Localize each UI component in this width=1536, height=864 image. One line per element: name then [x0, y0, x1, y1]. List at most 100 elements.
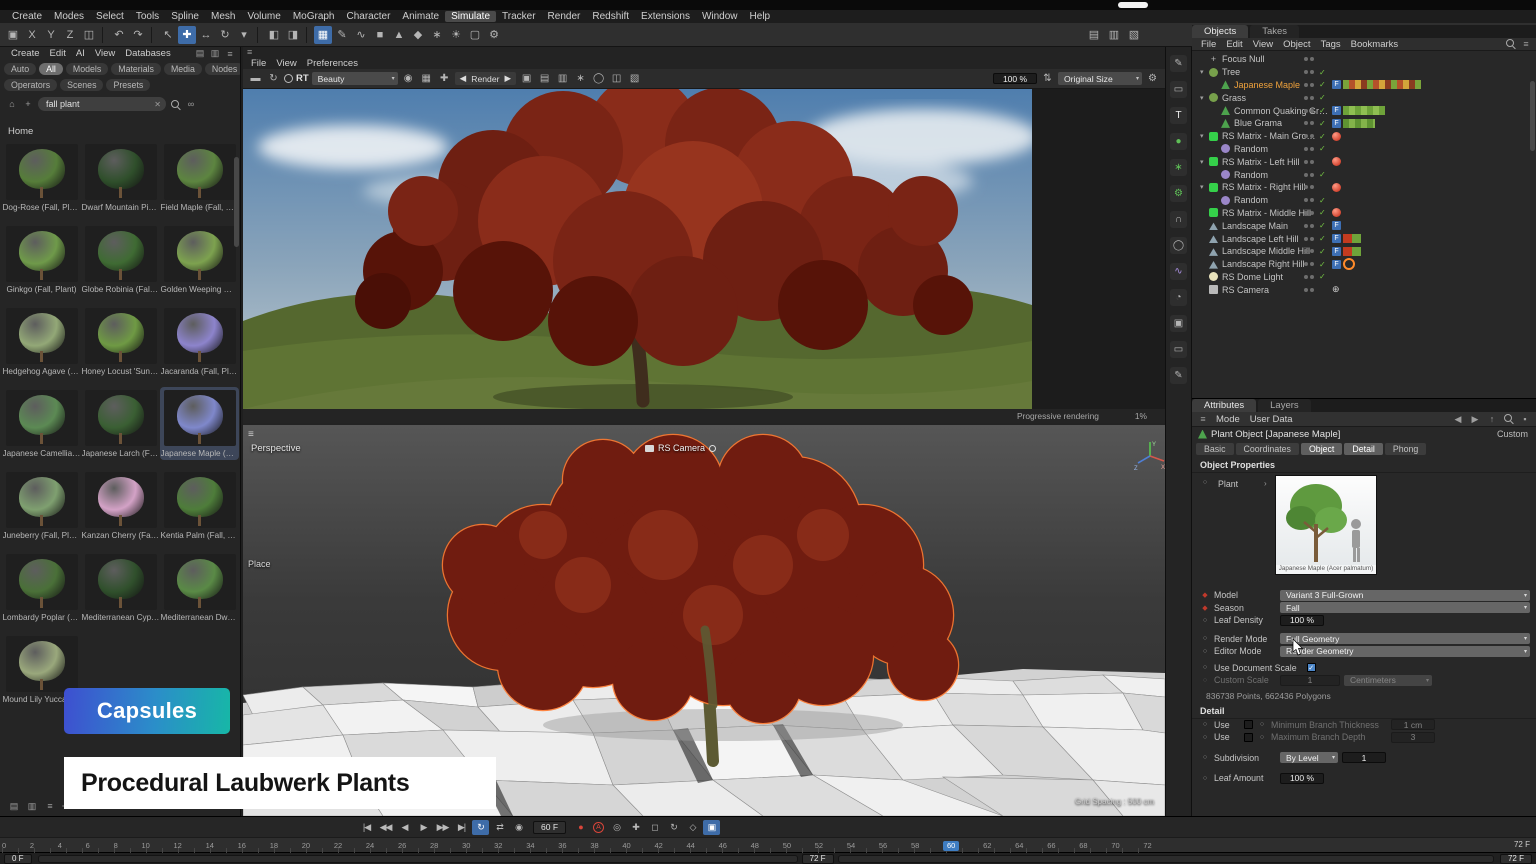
- object-row[interactable]: RS Matrix - Main Ground: [1192, 130, 1536, 143]
- enable-check-icon[interactable]: [1319, 221, 1329, 230]
- custom-scale-unit-dropdown[interactable]: Centimeters: [1344, 675, 1432, 686]
- object-tags[interactable]: [1332, 106, 1385, 115]
- light-button[interactable]: ☀: [447, 26, 465, 44]
- object-row[interactable]: Blue Grama: [1192, 117, 1536, 130]
- asset-plant-item[interactable]: Golden Weeping Willo...: [160, 223, 239, 296]
- object-row[interactable]: Focus Null: [1192, 53, 1536, 66]
- snap-toggle-button[interactable]: ▦: [314, 26, 332, 44]
- menubar-item[interactable]: Window: [696, 11, 744, 22]
- timeline-ticks[interactable]: 0246810121416182022242628303234363840424…: [2, 838, 1152, 853]
- render-panel-menu-icon[interactable]: ≡: [247, 47, 252, 57]
- redo-button[interactable]: ↷: [129, 26, 147, 44]
- timeline-tick[interactable]: 20: [302, 841, 310, 851]
- max-branch-field[interactable]: 3: [1391, 732, 1435, 743]
- asset-plant-item[interactable]: Japanese Maple (Fall, ...: [160, 387, 239, 460]
- autokey-button[interactable]: A: [593, 822, 604, 833]
- enable-check-icon[interactable]: [1319, 93, 1329, 102]
- layout-list-icon[interactable]: ▥: [209, 48, 221, 60]
- timeline-tick[interactable]: 34: [526, 841, 534, 851]
- asset-plant-item[interactable]: Hedgehog Agave (Fall...: [2, 305, 81, 378]
- back-icon[interactable]: ◀: [1452, 413, 1464, 425]
- object-tags[interactable]: [1332, 221, 1341, 230]
- live-selection-tool[interactable]: ↖: [159, 26, 177, 44]
- asset-plant-item[interactable]: Mediterranean Dwarf ...: [160, 551, 239, 624]
- timeline-tick[interactable]: 6: [86, 841, 90, 851]
- model-mode-button[interactable]: ◧: [265, 26, 283, 44]
- enable-check-icon[interactable]: [1319, 272, 1329, 281]
- attribute-section-tab[interactable]: Basic: [1196, 443, 1234, 455]
- object-tags[interactable]: [1332, 260, 1355, 269]
- timeline-tick[interactable]: 40: [622, 841, 630, 851]
- timeline-tick[interactable]: 44: [687, 841, 695, 851]
- object-manager-tab[interactable]: Takes: [1250, 25, 1299, 38]
- object-label[interactable]: Landscape Right Hill: [1222, 259, 1305, 269]
- parameter-dot-icon[interactable]: ○: [1200, 734, 1210, 741]
- asset-filter-tab[interactable]: Operators: [4, 79, 57, 91]
- object-label[interactable]: RS Camera: [1222, 285, 1269, 295]
- asset-menu-item[interactable]: View: [90, 48, 120, 59]
- attribute-section-tab[interactable]: Coordinates: [1236, 443, 1299, 455]
- timeline-tick[interactable]: 8: [114, 841, 118, 851]
- visibility-dots[interactable]: [1304, 160, 1314, 164]
- search-icon[interactable]: [170, 99, 181, 110]
- object-row[interactable]: Random: [1192, 194, 1536, 207]
- asset-plant-item[interactable]: Dog-Rose (Fall, Plant): [2, 141, 81, 214]
- split-view-icon[interactable]: ◫: [609, 71, 624, 86]
- timeline-tick[interactable]: 68: [1079, 841, 1087, 851]
- object-row[interactable]: Random: [1192, 143, 1536, 156]
- asset-plant-item[interactable]: Ginkgo (Fall, Plant): [2, 223, 81, 296]
- sound-button[interactable]: ◉: [510, 820, 527, 835]
- enable-check-icon[interactable]: [1319, 208, 1329, 217]
- asset-plant-item[interactable]: Japanese Camellia (Fal...: [2, 387, 81, 460]
- enable-check-icon[interactable]: [1319, 106, 1329, 115]
- text-tool-icon[interactable]: T: [1170, 107, 1187, 124]
- expand-chevron-icon[interactable]: ›: [1264, 479, 1267, 488]
- scale-tool[interactable]: ↔: [197, 26, 215, 44]
- time-icon[interactable]: ◔: [1170, 289, 1187, 306]
- object-menu-item[interactable]: View: [1248, 39, 1278, 50]
- ping-pong-button[interactable]: ⇄: [491, 820, 508, 835]
- coordinate-system-button[interactable]: ◫: [80, 26, 98, 44]
- timeline-tick[interactable]: 58: [911, 841, 919, 851]
- timeline-tick[interactable]: 72: [1143, 841, 1151, 851]
- view-grid-icon[interactable]: ▤: [8, 800, 20, 812]
- object-label[interactable]: Landscape Left Hill: [1222, 234, 1299, 244]
- clear-search-icon[interactable]: ✕: [154, 100, 161, 109]
- asset-plant-item[interactable]: Jacaranda (Fall, Plant): [160, 305, 239, 378]
- object-row[interactable]: Common Quaking Grass: [1192, 104, 1536, 117]
- object-label[interactable]: Landscape Middle Hill: [1222, 246, 1310, 256]
- expand-arrow-icon[interactable]: [1200, 132, 1209, 140]
- gear-primitive-icon[interactable]: ⚙: [1170, 185, 1187, 202]
- use-document-scale-checkbox[interactable]: [1307, 663, 1316, 672]
- asset-plant-item[interactable]: Mediterranean Cypres...: [81, 551, 160, 624]
- asset-scrollbar[interactable]: [234, 157, 239, 247]
- separator[interactable]: [306, 27, 310, 43]
- asset-filter-tab[interactable]: Auto: [4, 63, 36, 75]
- asset-plant-item[interactable]: Japanese Larch (Fall, Pl...: [81, 387, 160, 460]
- plant-preview-thumbnail[interactable]: Japanese Maple (Acer palmatum): [1275, 475, 1377, 575]
- separator[interactable]: [257, 27, 261, 43]
- use-min-branch-checkbox[interactable]: [1244, 720, 1253, 729]
- parameter-dot-icon[interactable]: ○: [1200, 775, 1210, 782]
- record-scale-button[interactable]: ◻: [646, 820, 663, 835]
- object-label[interactable]: Random: [1234, 170, 1268, 180]
- attribute-section-tab[interactable]: Object: [1301, 443, 1342, 455]
- asset-filter-tab[interactable]: Presets: [106, 79, 150, 91]
- menubar-item[interactable]: Help: [744, 11, 777, 22]
- render-view-button[interactable]: ▤: [1085, 26, 1103, 44]
- menubar-item[interactable]: Animate: [396, 11, 445, 22]
- recent-tools-dropdown[interactable]: ▾: [235, 26, 253, 44]
- grid-icon[interactable]: ▦: [419, 71, 434, 86]
- axis-x-lock-button[interactable]: X: [23, 26, 41, 44]
- menubar-item[interactable]: Render: [542, 11, 587, 22]
- layout-pill[interactable]: [1118, 2, 1148, 8]
- timeline-tick[interactable]: 36: [558, 841, 566, 851]
- circle-spline-icon[interactable]: ◯: [1170, 237, 1187, 254]
- timeline-tick[interactable]: 26: [398, 841, 406, 851]
- timeline-tick[interactable]: 2: [30, 841, 34, 851]
- enable-check-icon[interactable]: [1319, 132, 1329, 141]
- pen-tool-button[interactable]: ✎: [333, 26, 351, 44]
- viewport-menu-icon[interactable]: ≡: [248, 429, 254, 440]
- visibility-dots[interactable]: [1304, 249, 1314, 253]
- visibility-dots[interactable]: [1304, 147, 1314, 151]
